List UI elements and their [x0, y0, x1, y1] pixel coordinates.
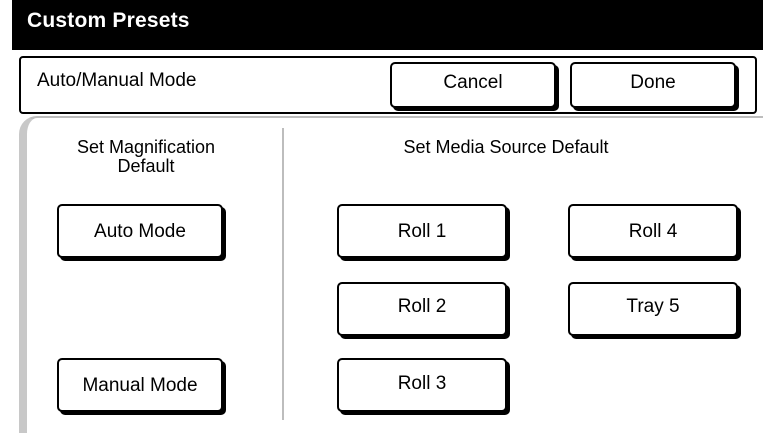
done-button-label: Done [630, 72, 676, 93]
section-divider [282, 128, 284, 420]
auto-mode-button[interactable]: Auto Mode [57, 204, 223, 258]
mode-label: Auto/Manual Mode [37, 70, 197, 91]
auto-mode-label: Auto Mode [94, 221, 186, 242]
roll-1-button[interactable]: Roll 1 [337, 204, 507, 258]
tray-5-button[interactable]: Tray 5 [568, 282, 738, 336]
manual-mode-button[interactable]: Manual Mode [57, 358, 223, 412]
window-title: Custom Presets [27, 9, 190, 32]
magnification-section-title: Set Magnification Default [76, 137, 216, 176]
roll-3-button[interactable]: Roll 3 [337, 358, 507, 412]
roll-4-button[interactable]: Roll 4 [568, 204, 738, 258]
cancel-button[interactable]: Cancel [390, 62, 556, 108]
manual-mode-label: Manual Mode [82, 375, 198, 396]
tray-5-label: Tray 5 [626, 296, 680, 317]
roll-3-label: Roll 3 [397, 373, 447, 394]
roll-2-label: Roll 2 [397, 296, 447, 317]
roll-2-button[interactable]: Roll 2 [337, 282, 507, 336]
roll-4-label: Roll 4 [628, 221, 678, 242]
roll-1-label: Roll 1 [397, 221, 447, 242]
media-source-section-title: Set Media Source Default [403, 137, 609, 157]
cancel-button-label: Cancel [443, 72, 503, 93]
done-button[interactable]: Done [570, 62, 736, 108]
